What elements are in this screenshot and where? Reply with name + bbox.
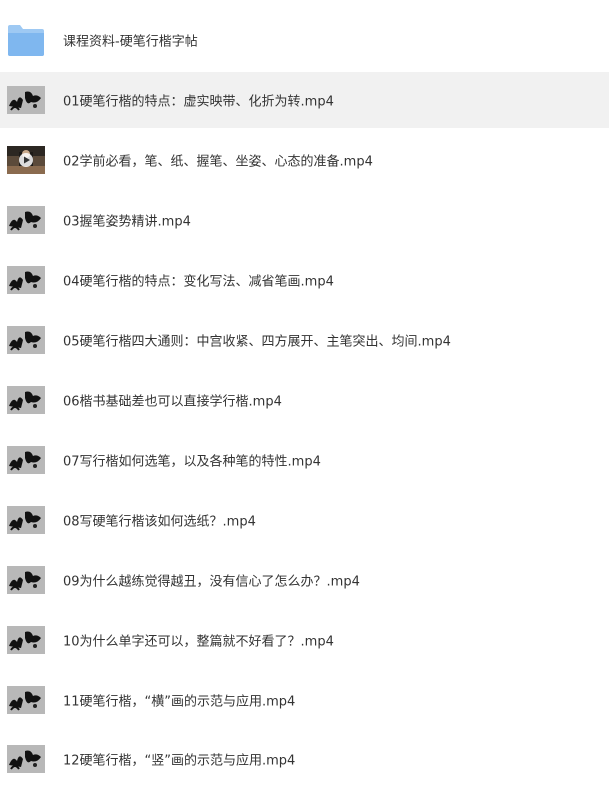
file-row-07[interactable]: 07写行楷如何选笔，以及各种笔的特性.mp4 [0,432,609,488]
video-thumbnail-icon [7,86,45,114]
file-name: 08写硬笔行楷该如何选纸？.mp4 [63,514,256,530]
file-row-02[interactable]: 02学前必看，笔、纸、握笔、坐姿、心态的准备.mp4 [0,132,609,188]
file-name: 02学前必看，笔、纸、握笔、坐姿、心态的准备.mp4 [63,154,373,170]
file-row-05[interactable]: 05硬笔行楷四大通则：中宫收紧、四方展开、主笔突出、均间.mp4 [0,312,609,368]
video-thumbnail-icon [7,506,45,534]
file-row-03[interactable]: 03握笔姿势精讲.mp4 [0,192,609,248]
file-name: 03握笔姿势精讲.mp4 [63,214,191,230]
file-row-08[interactable]: 08写硬笔行楷该如何选纸？.mp4 [0,492,609,548]
file-name: 11硬笔行楷，“横”画的示范与应用.mp4 [63,694,296,710]
file-row-04[interactable]: 04硬笔行楷的特点：变化写法、减省笔画.mp4 [0,252,609,308]
video-thumbnail-icon [7,626,45,654]
video-thumbnail-icon [7,686,45,714]
folder-row[interactable]: 课程资料-硬笔行楷字帖 [0,12,609,68]
video-thumbnail-icon [7,745,45,773]
video-thumbnail-icon [7,566,45,594]
video-thumbnail-icon [7,206,45,234]
folder-icon [7,23,45,57]
file-row-09[interactable]: 09为什么越练觉得越丑，没有信心了怎么办？.mp4 [0,552,609,608]
file-list: 课程资料-硬笔行楷字帖 01硬笔行楷的特点：虚实映带、化折为转.mp4 02学前… [0,0,609,791]
file-row-01[interactable]: 01硬笔行楷的特点：虚实映带、化折为转.mp4 [0,72,609,128]
file-name: 06楷书基础差也可以直接学行楷.mp4 [63,394,282,410]
file-row-11[interactable]: 11硬笔行楷，“横”画的示范与应用.mp4 [0,672,609,728]
video-play-thumbnail-icon [7,146,45,174]
video-thumbnail-icon [7,326,45,354]
file-name: 07写行楷如何选笔，以及各种笔的特性.mp4 [63,454,321,470]
file-name: 10为什么单字还可以，整篇就不好看了？.mp4 [63,634,334,650]
file-row-12[interactable]: 12硬笔行楷，“竖”画的示范与应用.mp4 [0,731,609,787]
file-row-06[interactable]: 06楷书基础差也可以直接学行楷.mp4 [0,372,609,428]
file-name: 04硬笔行楷的特点：变化写法、减省笔画.mp4 [63,274,334,290]
folder-name: 课程资料-硬笔行楷字帖 [63,34,198,50]
file-name: 01硬笔行楷的特点：虚实映带、化折为转.mp4 [63,94,334,110]
file-name: 09为什么越练觉得越丑，没有信心了怎么办？.mp4 [63,574,360,590]
file-row-10[interactable]: 10为什么单字还可以，整篇就不好看了？.mp4 [0,612,609,668]
video-thumbnail-icon [7,386,45,414]
video-thumbnail-icon [7,446,45,474]
file-name: 12硬笔行楷，“竖”画的示范与应用.mp4 [63,753,296,769]
file-name: 05硬笔行楷四大通则：中宫收紧、四方展开、主笔突出、均间.mp4 [63,334,451,350]
video-thumbnail-icon [7,266,45,294]
